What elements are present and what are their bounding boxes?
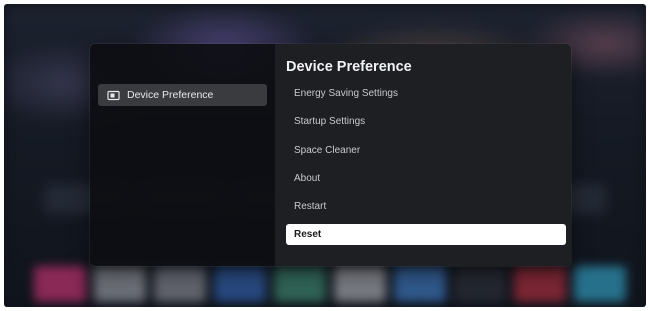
blurred-app-row bbox=[34, 266, 626, 302]
settings-panel: Device Preference Energy Saving Settings… bbox=[275, 44, 571, 266]
settings-sidebar: Device Preference bbox=[90, 44, 275, 266]
tv-screen: Device Preference Device Preference Ener… bbox=[4, 4, 646, 307]
menu-item-restart[interactable]: Restart bbox=[286, 196, 566, 217]
menu-item-startup-settings[interactable]: Startup Settings bbox=[286, 111, 566, 132]
settings-menu: Energy Saving Settings Startup Settings … bbox=[286, 83, 566, 246]
menu-item-reset[interactable]: Reset bbox=[286, 224, 566, 246]
menu-item-energy-saving-settings[interactable]: Energy Saving Settings bbox=[286, 83, 566, 104]
menu-item-about[interactable]: About bbox=[286, 168, 566, 189]
panel-title: Device Preference bbox=[286, 59, 412, 75]
sidebar-item-device-preference[interactable]: Device Preference bbox=[98, 84, 267, 106]
settings-dialog: Device Preference Device Preference Ener… bbox=[90, 44, 571, 266]
device-preference-icon bbox=[107, 89, 120, 102]
menu-item-space-cleaner[interactable]: Space Cleaner bbox=[286, 140, 566, 161]
sidebar-item-label: Device Preference bbox=[127, 89, 214, 101]
